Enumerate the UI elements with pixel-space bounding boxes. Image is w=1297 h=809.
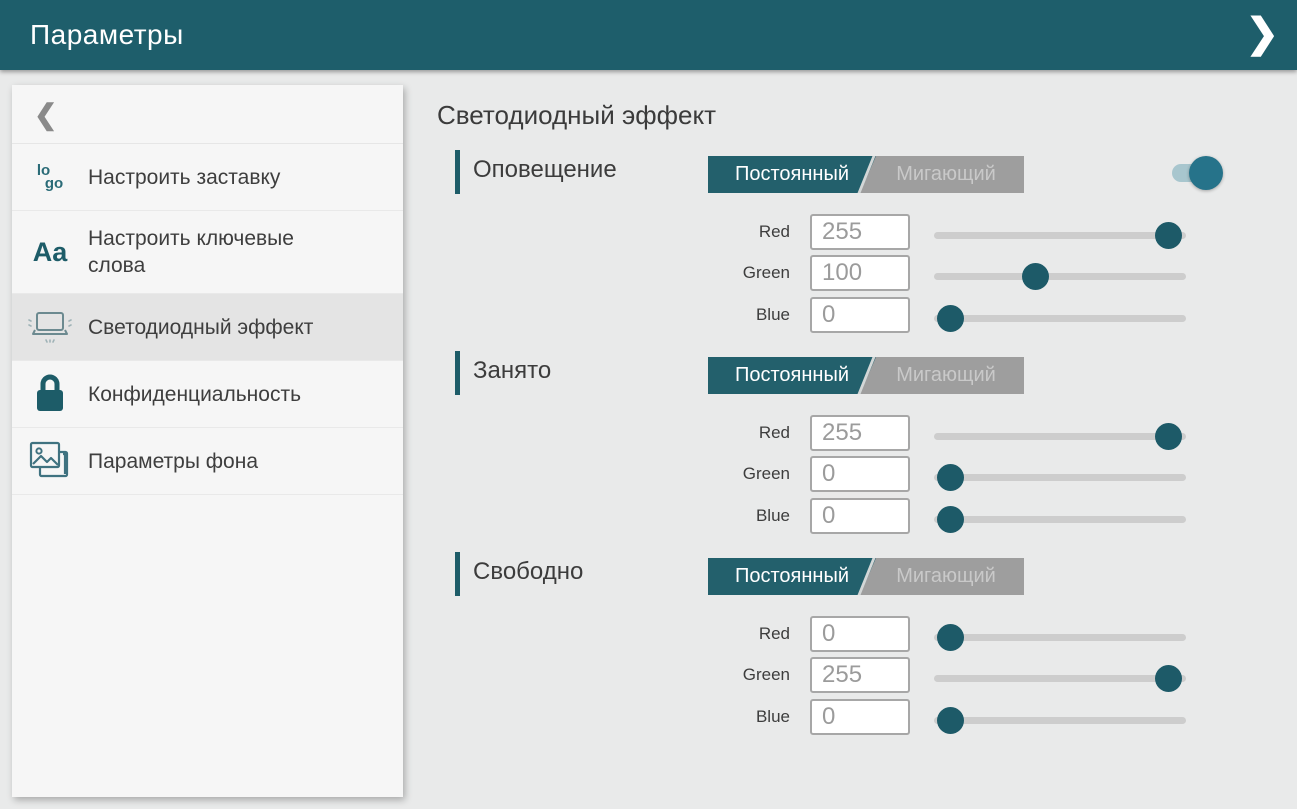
section-notification: Оповещение Мигающий Постоянный Red Green	[437, 150, 1237, 351]
channel-slider[interactable]	[934, 297, 1186, 333]
channel-label: Blue	[437, 707, 790, 727]
slider-track	[934, 516, 1186, 523]
channel-value-input[interactable]	[810, 699, 910, 735]
enable-switch[interactable]	[1172, 164, 1216, 182]
sidebar: ❮ logo Настроить заставку Aa Настроить к…	[12, 85, 403, 797]
slider-track	[934, 433, 1186, 440]
section-busy: Занято Мигающий Постоянный Red Green	[437, 351, 1237, 552]
slider-track	[934, 675, 1186, 682]
panel-title: Светодиодный эффект	[437, 100, 1237, 131]
channel-slider[interactable]	[934, 255, 1186, 291]
channel-value-input[interactable]	[810, 657, 910, 693]
mode-option-constant[interactable]: Постоянный	[708, 156, 876, 193]
channel-slider[interactable]	[934, 415, 1186, 451]
slider-thumb[interactable]	[937, 464, 964, 491]
sidebar-item-privacy[interactable]: Конфиденциальность	[12, 361, 403, 428]
channel-label: Green	[437, 464, 790, 484]
channel-row-red: Red	[437, 415, 1237, 451]
lock-icon	[12, 373, 88, 415]
channel-value-input[interactable]	[810, 616, 910, 652]
channel-row-blue: Blue	[437, 498, 1237, 534]
channel-row-blue: Blue	[437, 699, 1237, 735]
section-free: Свободно Мигающий Постоянный Red Green	[437, 552, 1237, 753]
slider-thumb[interactable]	[937, 624, 964, 651]
channel-row-red: Red	[437, 616, 1237, 652]
channel-value-input[interactable]	[810, 214, 910, 250]
slider-thumb[interactable]	[1155, 423, 1182, 450]
channel-row-green: Green	[437, 456, 1237, 492]
channel-value-input[interactable]	[810, 498, 910, 534]
channel-label: Green	[437, 263, 790, 283]
channel-row-blue: Blue	[437, 297, 1237, 333]
sidebar-item-background[interactable]: Параметры фона	[12, 428, 403, 495]
mode-toggle: Мигающий Постоянный	[708, 357, 1024, 394]
sidebar-item-screensaver[interactable]: logo Настроить заставку	[12, 144, 403, 211]
slider-track	[934, 474, 1186, 481]
display-icon	[12, 308, 88, 346]
mode-toggle: Мигающий Постоянный	[708, 156, 1024, 193]
images-icon	[12, 440, 88, 482]
channel-slider[interactable]	[934, 657, 1186, 693]
channel-value-input[interactable]	[810, 456, 910, 492]
sidebar-item-label: Светодиодный эффект	[88, 300, 327, 355]
channel-value-input[interactable]	[810, 255, 910, 291]
back-chevron-icon: ❮	[34, 98, 57, 131]
sidebar-item-label: Настроить ключевые слова	[88, 211, 352, 293]
slider-thumb[interactable]	[1155, 222, 1182, 249]
slider-track	[934, 717, 1186, 724]
channel-row-green: Green	[437, 255, 1237, 291]
channel-slider[interactable]	[934, 616, 1186, 652]
slider-thumb[interactable]	[1155, 665, 1182, 692]
mode-option-blinking[interactable]: Мигающий	[868, 357, 1024, 394]
channel-value-input[interactable]	[810, 415, 910, 451]
channel-slider[interactable]	[934, 456, 1186, 492]
channel-label: Red	[437, 222, 790, 242]
app-header: Параметры ❯	[0, 0, 1297, 70]
logo-icon: logo	[12, 164, 88, 190]
channel-label: Green	[437, 665, 790, 685]
led-effect-panel: Светодиодный эффект Оповещение Мигающий …	[437, 100, 1237, 131]
sidebar-item-led-effect[interactable]: Светодиодный эффект	[12, 294, 403, 361]
slider-track	[934, 273, 1186, 280]
mode-option-blinking[interactable]: Мигающий	[868, 156, 1024, 193]
sidebar-item-label: Настроить заставку	[88, 150, 294, 205]
section-title: Занято	[473, 357, 551, 385]
section-title: Оповещение	[473, 156, 617, 184]
slider-thumb[interactable]	[937, 506, 964, 533]
channel-row-red: Red	[437, 214, 1237, 250]
channel-label: Blue	[437, 506, 790, 526]
slider-thumb[interactable]	[1022, 263, 1049, 290]
sidebar-item-keywords[interactable]: Aa Настроить ключевые слова	[12, 211, 403, 294]
section-title: Свободно	[473, 558, 583, 586]
sidebar-item-label: Конфиденциальность	[88, 367, 315, 422]
sidebar-item-label: Параметры фона	[88, 434, 272, 489]
switch-knob	[1189, 156, 1223, 190]
mode-option-constant[interactable]: Постоянный	[708, 558, 876, 595]
aa-icon: Aa	[12, 237, 88, 268]
slider-track	[934, 315, 1186, 322]
page-title: Параметры	[30, 19, 184, 51]
channel-row-green: Green	[437, 657, 1237, 693]
channel-slider[interactable]	[934, 214, 1186, 250]
sidebar-back-button[interactable]: ❮	[12, 85, 403, 144]
section-accent-bar	[455, 552, 460, 596]
channel-label: Blue	[437, 305, 790, 325]
slider-track	[934, 634, 1186, 641]
channel-slider[interactable]	[934, 498, 1186, 534]
channel-value-input[interactable]	[810, 297, 910, 333]
mode-toggle: Мигающий Постоянный	[708, 558, 1024, 595]
channel-slider[interactable]	[934, 699, 1186, 735]
section-accent-bar	[455, 351, 460, 395]
slider-thumb[interactable]	[937, 305, 964, 332]
mode-option-constant[interactable]: Постоянный	[708, 357, 876, 394]
slider-track	[934, 232, 1186, 239]
mode-option-blinking[interactable]: Мигающий	[868, 558, 1024, 595]
forward-chevron-icon[interactable]: ❯	[1245, 13, 1279, 53]
channel-label: Red	[437, 624, 790, 644]
channel-label: Red	[437, 423, 790, 443]
slider-thumb[interactable]	[937, 707, 964, 734]
section-accent-bar	[455, 150, 460, 194]
